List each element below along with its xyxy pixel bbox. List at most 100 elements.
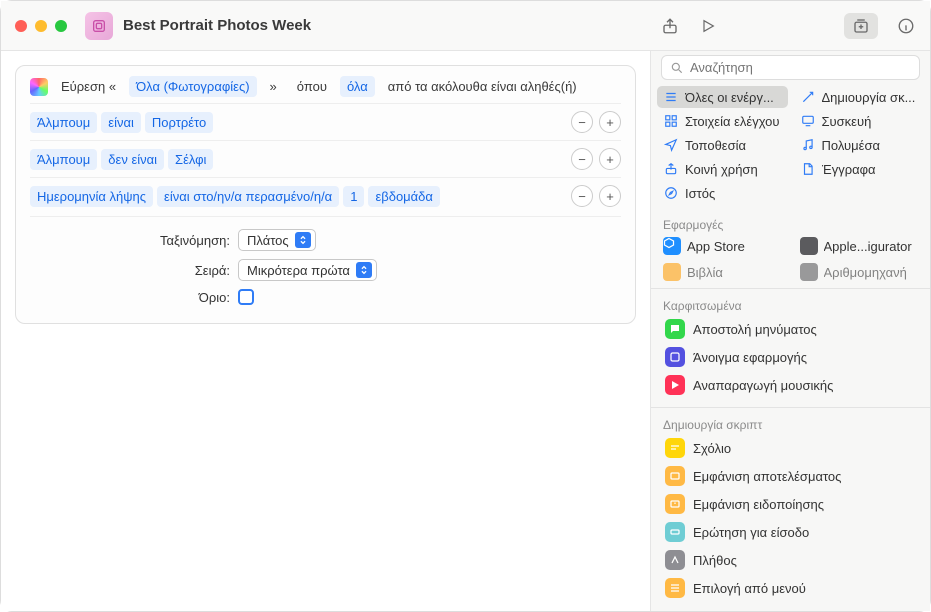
rule-unit-token[interactable]: εβδομάδα bbox=[368, 186, 440, 207]
library-icon[interactable] bbox=[844, 13, 878, 39]
category-media[interactable]: Πολυμέσα bbox=[794, 134, 925, 156]
limit-checkbox[interactable] bbox=[238, 289, 254, 305]
script-item[interactable]: Εμφάνιση ειδοποίησης bbox=[657, 490, 924, 518]
rule-field-token[interactable]: Άλμπουμ bbox=[30, 112, 97, 133]
category-device[interactable]: Συσκευή bbox=[794, 110, 925, 132]
remove-rule-button[interactable]: − bbox=[571, 185, 593, 207]
grid-icon bbox=[663, 113, 679, 129]
info-icon[interactable] bbox=[896, 16, 916, 36]
books-icon bbox=[663, 263, 681, 281]
pinned-item[interactable]: Άνοιγμα εφαρμογής bbox=[657, 343, 924, 371]
order-select[interactable]: Μικρότερα πρώτα bbox=[238, 259, 377, 281]
category-label: Κοινή χρήση bbox=[685, 162, 758, 177]
category-scripting[interactable]: Δημιουργία σκ... bbox=[794, 86, 925, 108]
limit-row: Όριο: bbox=[30, 285, 621, 309]
app-window: Best Portrait Photos Week Εύρεση « bbox=[1, 1, 930, 611]
rule-number-token[interactable]: 1 bbox=[343, 186, 364, 207]
sort-select[interactable]: Πλάτος bbox=[238, 229, 316, 251]
pinned-label: Αποστολή μηνύματος bbox=[693, 322, 817, 337]
pinned-item[interactable]: Αποστολή μηνύματος bbox=[657, 315, 924, 343]
rule-op-token[interactable]: δεν είναι bbox=[101, 149, 164, 170]
find-prefix-text: Εύρεση « bbox=[54, 76, 123, 97]
pinned-label: Άνοιγμα εφαρμογής bbox=[693, 350, 807, 365]
messages-icon bbox=[665, 319, 685, 339]
zoom-window-button[interactable] bbox=[55, 20, 67, 32]
script-item[interactable]: Σχόλιο bbox=[657, 434, 924, 462]
category-all-actions[interactable]: Όλες οι ενέργ... bbox=[657, 86, 788, 108]
music-note-icon bbox=[800, 137, 816, 153]
search-input[interactable] bbox=[690, 60, 911, 75]
app-item[interactable]: App Store bbox=[657, 234, 788, 258]
pinned-item[interactable]: Αναπαραγωγή μουσικής bbox=[657, 371, 924, 399]
share-icon[interactable] bbox=[660, 16, 680, 36]
category-documents[interactable]: Έγγραφα bbox=[794, 158, 925, 180]
pinned-list: Αποστολή μηνύματος Άνοιγμα εφαρμογής Ανα… bbox=[651, 315, 930, 405]
pinned-label: Αναπαραγωγή μουσικής bbox=[693, 378, 833, 393]
add-rule-button[interactable]: + bbox=[599, 185, 621, 207]
script-item[interactable]: Πλήθος bbox=[657, 546, 924, 574]
rule-field-token[interactable]: Άλμπουμ bbox=[30, 149, 97, 170]
document-icon bbox=[800, 161, 816, 177]
script-item[interactable]: Εμφάνιση αποτελέσματος bbox=[657, 462, 924, 490]
category-controls[interactable]: Στοιχεία ελέγχου bbox=[657, 110, 788, 132]
run-icon[interactable] bbox=[698, 16, 718, 36]
search-icon bbox=[670, 61, 684, 75]
category-label: Έγγραφα bbox=[822, 162, 876, 177]
category-label: Δημιουργία σκ... bbox=[822, 90, 916, 105]
chevron-updown-icon bbox=[295, 232, 311, 248]
order-value: Μικρότερα πρώτα bbox=[247, 263, 350, 278]
app-item[interactable]: Βιβλία bbox=[657, 260, 788, 284]
appstore-icon bbox=[663, 237, 681, 255]
window-title: Best Portrait Photos Week bbox=[123, 17, 660, 34]
category-web[interactable]: Ιστός bbox=[657, 182, 788, 204]
sort-value: Πλάτος bbox=[247, 233, 289, 248]
rule-value-token[interactable]: Πορτρέτο bbox=[145, 112, 213, 133]
limit-label: Όριο: bbox=[30, 290, 230, 305]
suffix-text: από τα ακόλουθα είναι αληθές(ή) bbox=[381, 76, 584, 97]
chevron-updown-icon bbox=[356, 262, 372, 278]
location-icon bbox=[663, 137, 679, 153]
order-row: Σειρά: Μικρότερα πρώτα bbox=[30, 255, 621, 285]
script-list: Σχόλιο Εμφάνιση αποτελέσματος Εμφάνιση ε… bbox=[651, 434, 930, 608]
category-sharing[interactable]: Κοινή χρήση bbox=[657, 158, 788, 180]
category-location[interactable]: Τοποθεσία bbox=[657, 134, 788, 156]
wand-icon bbox=[800, 89, 816, 105]
category-label: Ιστός bbox=[685, 186, 715, 201]
add-rule-button[interactable]: + bbox=[599, 111, 621, 133]
add-rule-button[interactable]: + bbox=[599, 148, 621, 170]
find-photos-action[interactable]: Εύρεση « Όλα (Φωτογραφίες) » όπου όλα απ… bbox=[15, 65, 636, 324]
script-section-header: Δημιουργία σκριπτ bbox=[651, 412, 930, 434]
script-label: Πλήθος bbox=[693, 553, 737, 568]
where-text: όπου bbox=[290, 76, 334, 97]
rule-op-token[interactable]: είναι bbox=[101, 112, 141, 133]
category-label: Πολυμέσα bbox=[822, 138, 881, 153]
apps-grid: App Store Apple...igurator Βιβλία Αριθμο… bbox=[651, 234, 930, 286]
quantifier-token[interactable]: όλα bbox=[340, 76, 375, 97]
category-label: Όλες οι ενέργ... bbox=[685, 90, 774, 105]
script-label: Σχόλιο bbox=[693, 441, 731, 456]
search-field[interactable] bbox=[661, 55, 920, 80]
app-item[interactable]: Apple...igurator bbox=[794, 234, 925, 258]
remove-rule-button[interactable]: − bbox=[571, 111, 593, 133]
minimize-window-button[interactable] bbox=[35, 20, 47, 32]
action-header: Εύρεση « Όλα (Φωτογραφίες) » όπου όλα απ… bbox=[30, 76, 621, 103]
photos-app-icon bbox=[30, 78, 48, 96]
app-label: Apple...igurator bbox=[824, 239, 912, 254]
filter-rule: Άλμπουμ δεν είναι Σέλφι − + bbox=[30, 140, 621, 177]
close-window-button[interactable] bbox=[15, 20, 27, 32]
script-item[interactable]: Ερώτηση για είσοδο bbox=[657, 518, 924, 546]
script-item[interactable]: Επιλογή από μενού bbox=[657, 574, 924, 602]
choose-menu-icon bbox=[665, 578, 685, 598]
remove-rule-button[interactable]: − bbox=[571, 148, 593, 170]
scope-token[interactable]: Όλα (Φωτογραφίες) bbox=[129, 76, 256, 97]
editor-area: Εύρεση « Όλα (Φωτογραφίες) » όπου όλα απ… bbox=[1, 51, 650, 611]
rule-value-token[interactable]: Σέλφι bbox=[168, 149, 213, 170]
app-item[interactable]: Αριθμομηχανή bbox=[794, 260, 925, 284]
filter-rule: Άλμπουμ είναι Πορτρέτο − + bbox=[30, 103, 621, 140]
window-controls bbox=[15, 20, 67, 32]
share-icon bbox=[663, 161, 679, 177]
comment-icon bbox=[665, 438, 685, 458]
rule-op-token[interactable]: είναι στο/ην/α περασμένο/η/α bbox=[157, 186, 339, 207]
rule-field-token[interactable]: Ημερομηνία λήψης bbox=[30, 186, 153, 207]
category-label: Στοιχεία ελέγχου bbox=[685, 114, 780, 129]
